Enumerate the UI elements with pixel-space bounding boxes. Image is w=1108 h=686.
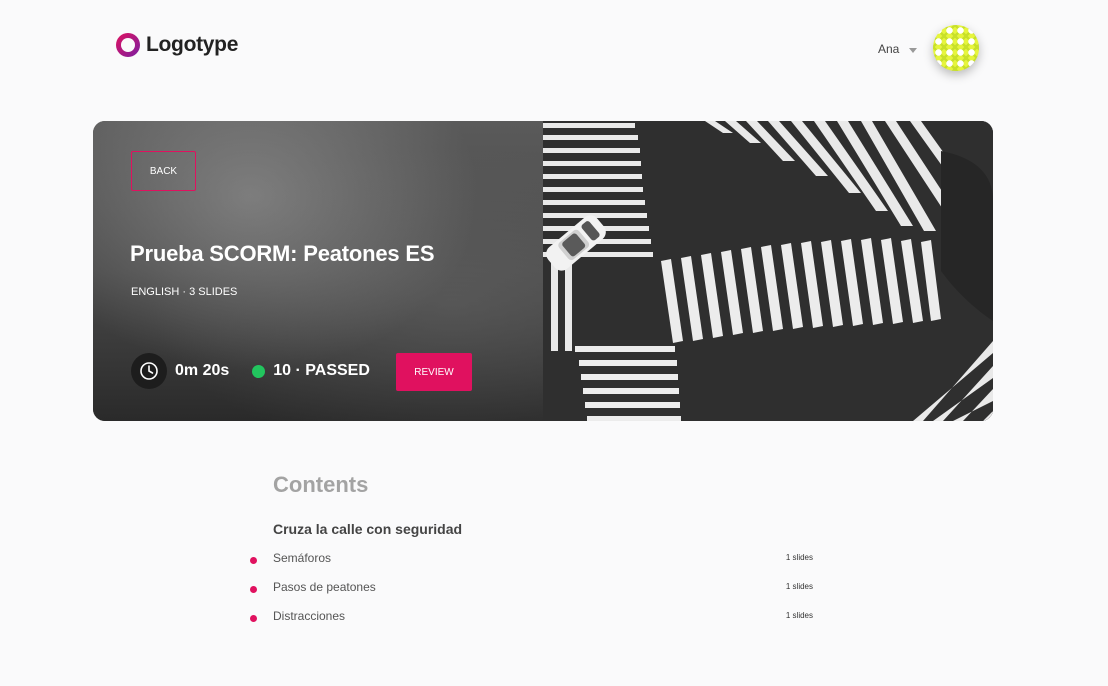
bullet-dot [250, 586, 257, 593]
course-stats: 0m 20s 10 · PASSED [131, 353, 370, 389]
chevron-down-icon [909, 47, 918, 53]
logo[interactable]: Logotype [116, 33, 238, 57]
avatar[interactable] [933, 25, 979, 71]
bullet-dot [250, 615, 257, 622]
page: Logotype Ana BACK Prueba SCORM: Peatones… [0, 0, 1108, 686]
list-item[interactable]: Distracciones 1 slides [250, 606, 815, 635]
logo-ring-icon [116, 33, 140, 57]
course-hero: BACK Prueba SCORM: Peatones ES ENGLISH ·… [93, 121, 993, 421]
bullet-dot [250, 557, 257, 564]
logo-text: Logotype [146, 33, 239, 56]
contents-list: Semáforos 1 slides Pasos de peatones 1 s… [250, 548, 815, 635]
contents-heading: Contents [273, 472, 369, 497]
hero-crosswalk-image [543, 121, 993, 421]
status-dot [252, 364, 266, 378]
user-menu[interactable]: Ana [878, 42, 918, 56]
course-title: Prueba SCORM: Peatones ES [130, 241, 435, 266]
list-item-count: 1 slides [785, 611, 813, 620]
list-item-count: 1 slides [785, 582, 813, 591]
review-button[interactable]: REVIEW [396, 353, 472, 391]
list-item[interactable]: Pasos de peatones 1 slides [250, 577, 815, 606]
list-item-count: 1 slides [785, 553, 813, 562]
list-item-label: Semáforos [273, 551, 332, 565]
section-title: Cruza la calle con seguridad [273, 521, 463, 537]
time-spent: 0m 20s [175, 362, 230, 379]
course-meta: ENGLISH · 3 SLIDES [131, 286, 238, 298]
list-item-label: Pasos de peatones [273, 580, 376, 594]
clock-icon [131, 353, 167, 389]
back-button[interactable]: BACK [131, 151, 196, 191]
score-status: 10 · PASSED [273, 362, 370, 379]
list-item[interactable]: Semáforos 1 slides [250, 548, 815, 577]
list-item-label: Distracciones [273, 609, 346, 623]
user-name: Ana [878, 42, 900, 56]
